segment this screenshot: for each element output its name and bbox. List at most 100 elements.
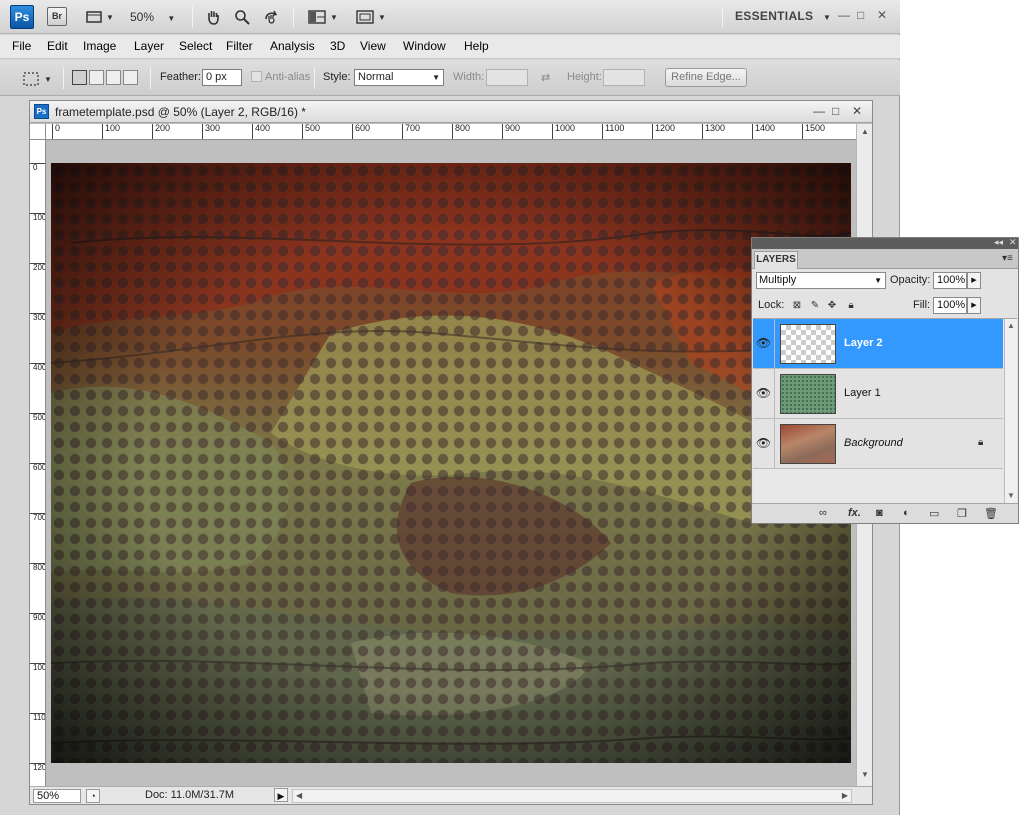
visibility-eye-icon[interactable]: 👁︎	[753, 419, 775, 468]
status-zoom-input[interactable]: 50%	[33, 789, 81, 803]
lock-position-move-icon[interactable]: ✥	[826, 300, 838, 312]
new-group-folder-icon[interactable]: ▭	[929, 507, 939, 520]
layer-name[interactable]: Background	[844, 437, 903, 449]
layer-row-background[interactable]: 👁︎ Background 🔒︎	[753, 419, 1003, 469]
blend-mode-value: Multiply	[759, 274, 797, 286]
canvas-area[interactable]	[47, 141, 856, 786]
rotate-view-button[interactable]	[260, 6, 282, 28]
minimize-button[interactable]: —	[838, 8, 850, 22]
add-mask-icon[interactable]: ◙	[876, 507, 883, 519]
delete-layer-trash-icon[interactable]: 🗑︎	[984, 507, 998, 520]
menu-view[interactable]: View	[360, 39, 386, 53]
workspace-switcher[interactable]: ESSENTIALS ▼	[735, 9, 831, 23]
link-layers-icon[interactable]: ∞	[819, 507, 827, 519]
tab-layers[interactable]: LAYERS	[754, 251, 798, 269]
separator	[314, 67, 315, 89]
horizontal-ruler[interactable]: 0 100 200 300 400 500 600 700 800 900 10…	[46, 124, 856, 140]
doc-close-button[interactable]: ✕	[852, 104, 862, 118]
visibility-eye-icon[interactable]: 👁︎	[753, 369, 775, 418]
menu-image[interactable]: Image	[83, 39, 116, 53]
scroll-right-icon[interactable]: ▶	[842, 791, 848, 800]
doc-maximize-button[interactable]: □	[832, 104, 839, 118]
arrange-documents-button[interactable]: ▼	[304, 6, 342, 28]
tool-preset-picker[interactable]: ▼	[18, 68, 56, 90]
new-layer-icon[interactable]: ❐	[957, 507, 967, 520]
view-extras-button[interactable]: ▼	[82, 6, 118, 28]
fill-label: Fill:	[913, 299, 931, 311]
bridge-button[interactable]: Br	[47, 7, 67, 26]
subtract-from-selection-button[interactable]	[106, 70, 121, 85]
menu-select[interactable]: Select	[179, 39, 212, 53]
zoom-level-dropdown[interactable]: 50% ▼	[130, 7, 182, 27]
screen-mode-button[interactable]: ▼	[352, 6, 390, 28]
panel-header-strip: ◂◂ ✕	[752, 237, 1018, 249]
hand-tool-button[interactable]	[202, 6, 224, 28]
fill-input[interactable]: 100%	[933, 297, 967, 314]
layer-thumbnail-texture	[780, 424, 836, 464]
layer-style-fx-icon[interactable]: fx.	[848, 507, 861, 519]
fill-slider-arrow-icon[interactable]: ▶	[967, 297, 981, 314]
layers-scrollbar[interactable]: ▲ ▼	[1004, 319, 1017, 504]
layer-lock-icon: 🔒︎	[978, 437, 984, 448]
menu-filter[interactable]: Filter	[226, 39, 253, 53]
height-input[interactable]	[603, 69, 645, 86]
document-title: frametemplate.psd @ 50% (Layer 2, RGB/16…	[55, 105, 306, 119]
photoshop-logo[interactable]: Ps	[10, 5, 34, 29]
lock-transparent-icon[interactable]: ⊠	[791, 300, 803, 312]
blend-mode-dropdown[interactable]: Multiply ▼	[756, 272, 886, 289]
doc-minimize-button[interactable]: —	[813, 104, 825, 118]
horizontal-scrollbar[interactable]: ◀ ▶	[292, 789, 852, 803]
anti-alias-checkbox[interactable]	[251, 71, 262, 82]
ruler-tick: 600	[352, 124, 370, 139]
layer-list: 👁︎ Layer 2 👁︎ Layer 1 👁︎ Background 🔒︎ ▲…	[753, 318, 1017, 504]
add-to-selection-button[interactable]	[89, 70, 104, 85]
status-bar: 50% ◔ Doc: 11.0M/31.7M ▶ ◀ ▶	[30, 786, 872, 804]
chevron-down-icon: ▼	[378, 12, 386, 22]
menu-analysis[interactable]: Analysis	[270, 39, 315, 53]
scroll-down-icon[interactable]: ▼	[1007, 491, 1015, 500]
opacity-slider-arrow-icon[interactable]: ▶	[967, 272, 981, 289]
scroll-down-icon[interactable]: ▼	[861, 770, 869, 779]
workspace-label: ESSENTIALS	[735, 9, 814, 23]
menu-file[interactable]: File	[12, 39, 31, 53]
lock-image-brush-icon[interactable]: ✎	[809, 300, 821, 312]
close-button[interactable]: ✕	[877, 8, 887, 22]
layer-name[interactable]: Layer 2	[844, 337, 883, 349]
maximize-button[interactable]: □	[857, 8, 864, 22]
ruler-tick: 500	[302, 124, 320, 139]
style-dropdown[interactable]: Normal ▼	[354, 69, 444, 86]
status-options-icon[interactable]: ◔	[86, 789, 100, 803]
layer-row-layer-1[interactable]: 👁︎ Layer 1	[753, 369, 1003, 419]
scroll-up-icon[interactable]: ▲	[1007, 321, 1015, 330]
intersect-selection-button[interactable]	[123, 70, 138, 85]
close-panel-icon[interactable]: ✕	[1009, 237, 1017, 248]
adjustment-layer-icon[interactable]: ◐	[903, 507, 910, 519]
panel-menu-icon[interactable]: ▾≡	[1002, 253, 1013, 264]
menu-edit[interactable]: Edit	[47, 39, 68, 53]
lock-all-icon[interactable]: 🔒︎	[845, 300, 857, 312]
photoshop-doc-icon: Ps	[34, 104, 49, 119]
scroll-up-icon[interactable]: ▲	[861, 127, 869, 136]
collapse-panel-icon[interactable]: ◂◂	[994, 237, 1003, 248]
status-menu-arrow-icon[interactable]: ▶	[274, 788, 288, 802]
menu-window[interactable]: Window	[403, 39, 446, 53]
rotate-view-icon	[265, 10, 278, 24]
ruler-origin[interactable]	[30, 124, 46, 140]
opacity-input[interactable]: 100%	[933, 272, 967, 289]
zoom-tool-button[interactable]	[231, 6, 253, 28]
vertical-ruler[interactable]: 0 100 200 300 400 500 600 700 800 900 10…	[30, 140, 46, 786]
menu-layer[interactable]: Layer	[134, 39, 164, 53]
layer-name[interactable]: Layer 1	[844, 387, 881, 399]
menu-3d[interactable]: 3D	[330, 39, 345, 53]
document-image[interactable]	[51, 163, 851, 763]
width-input[interactable]	[486, 69, 528, 86]
ruler-tick: 1200	[652, 124, 675, 139]
feather-input[interactable]: 0 px	[202, 69, 242, 86]
swap-icon[interactable]: ⇄	[541, 71, 550, 84]
layer-row-layer-2[interactable]: 👁︎ Layer 2	[753, 319, 1003, 369]
menu-help[interactable]: Help	[464, 39, 489, 53]
refine-edge-button[interactable]: Refine Edge...	[665, 68, 747, 87]
scroll-left-icon[interactable]: ◀	[296, 791, 302, 800]
new-selection-button[interactable]	[72, 70, 87, 85]
visibility-eye-icon[interactable]: 👁︎	[753, 319, 775, 368]
